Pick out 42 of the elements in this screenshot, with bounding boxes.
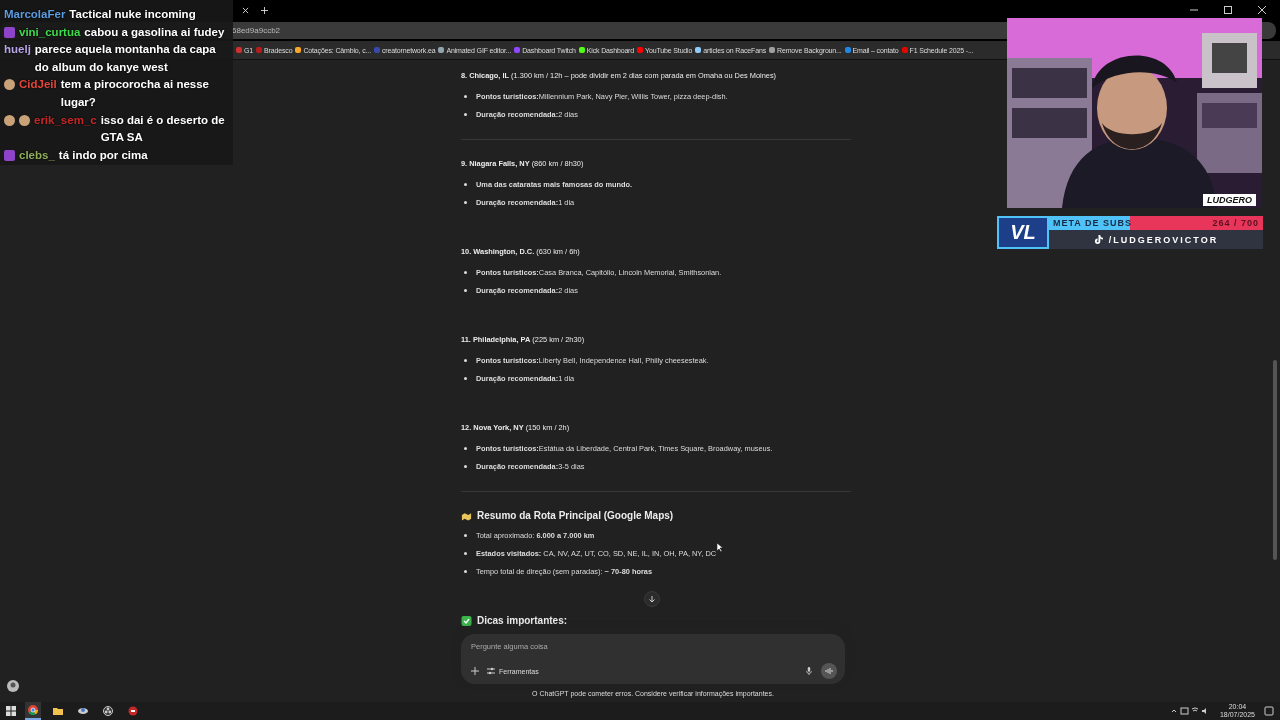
- browser-app-icon[interactable]: [25, 702, 41, 720]
- section-heading: Resumo da Rota Principal (Google Maps): [477, 510, 674, 521]
- channel-logo: VL: [997, 216, 1049, 249]
- round-badge-icon: [4, 79, 15, 91]
- chat-message: cabou a gasolina ai fudey: [84, 24, 226, 40]
- chat-message: Tactical nuke incoming: [69, 7, 197, 22]
- section-heading: Dicas importantes:: [477, 615, 568, 626]
- arrow-down-icon: [648, 595, 656, 603]
- streamer-logo: LUDGERO: [1203, 194, 1256, 206]
- chat-message: tem a pirocorocha ai nesse lugar?: [60, 77, 210, 110]
- sliders-icon: [487, 667, 495, 675]
- chat-username: erik_sem_c: [34, 112, 97, 128]
- check-icon: [461, 615, 472, 626]
- cursor-icon: [717, 543, 723, 552]
- chat-username: MarcolaFer: [4, 7, 66, 22]
- chat-username: huelj: [4, 42, 31, 58]
- chat-message: tá indo por cima: [58, 147, 149, 163]
- chat-message: isso dai é o deserto de GTA SA: [100, 112, 226, 146]
- round-badge-icon: [4, 114, 15, 126]
- plus-icon[interactable]: [471, 667, 479, 675]
- sub-goal-count: 264 / 700: [1212, 218, 1259, 228]
- voice-button[interactable]: [821, 663, 837, 679]
- close-icon[interactable]: [1258, 6, 1266, 14]
- waveform-icon: [825, 667, 833, 675]
- scroll-down-button[interactable]: [644, 591, 660, 607]
- map-icon: [461, 510, 472, 521]
- social-handle: /LUDGEROVICTOR: [1108, 234, 1219, 245]
- chat-username: CidJeil: [19, 77, 57, 93]
- maximize-icon[interactable]: [1224, 6, 1232, 14]
- windows-start-icon[interactable]: [6, 706, 16, 716]
- chat-username: vini_curtua: [19, 24, 81, 40]
- sub-badge-icon: [4, 26, 15, 38]
- minimize-icon[interactable]: [1190, 6, 1198, 14]
- chat-username: clebs_: [19, 147, 55, 163]
- profile-icon[interactable]: [7, 680, 19, 692]
- microphone-icon[interactable]: [805, 667, 813, 675]
- round-badge-icon: [19, 114, 30, 126]
- notification-icon[interactable]: [1264, 706, 1274, 716]
- music-note-icon: [1093, 235, 1103, 244]
- new-tab-icon[interactable]: [261, 6, 268, 14]
- sub-badge-icon: [4, 149, 15, 161]
- close-tab-icon[interactable]: [242, 6, 249, 14]
